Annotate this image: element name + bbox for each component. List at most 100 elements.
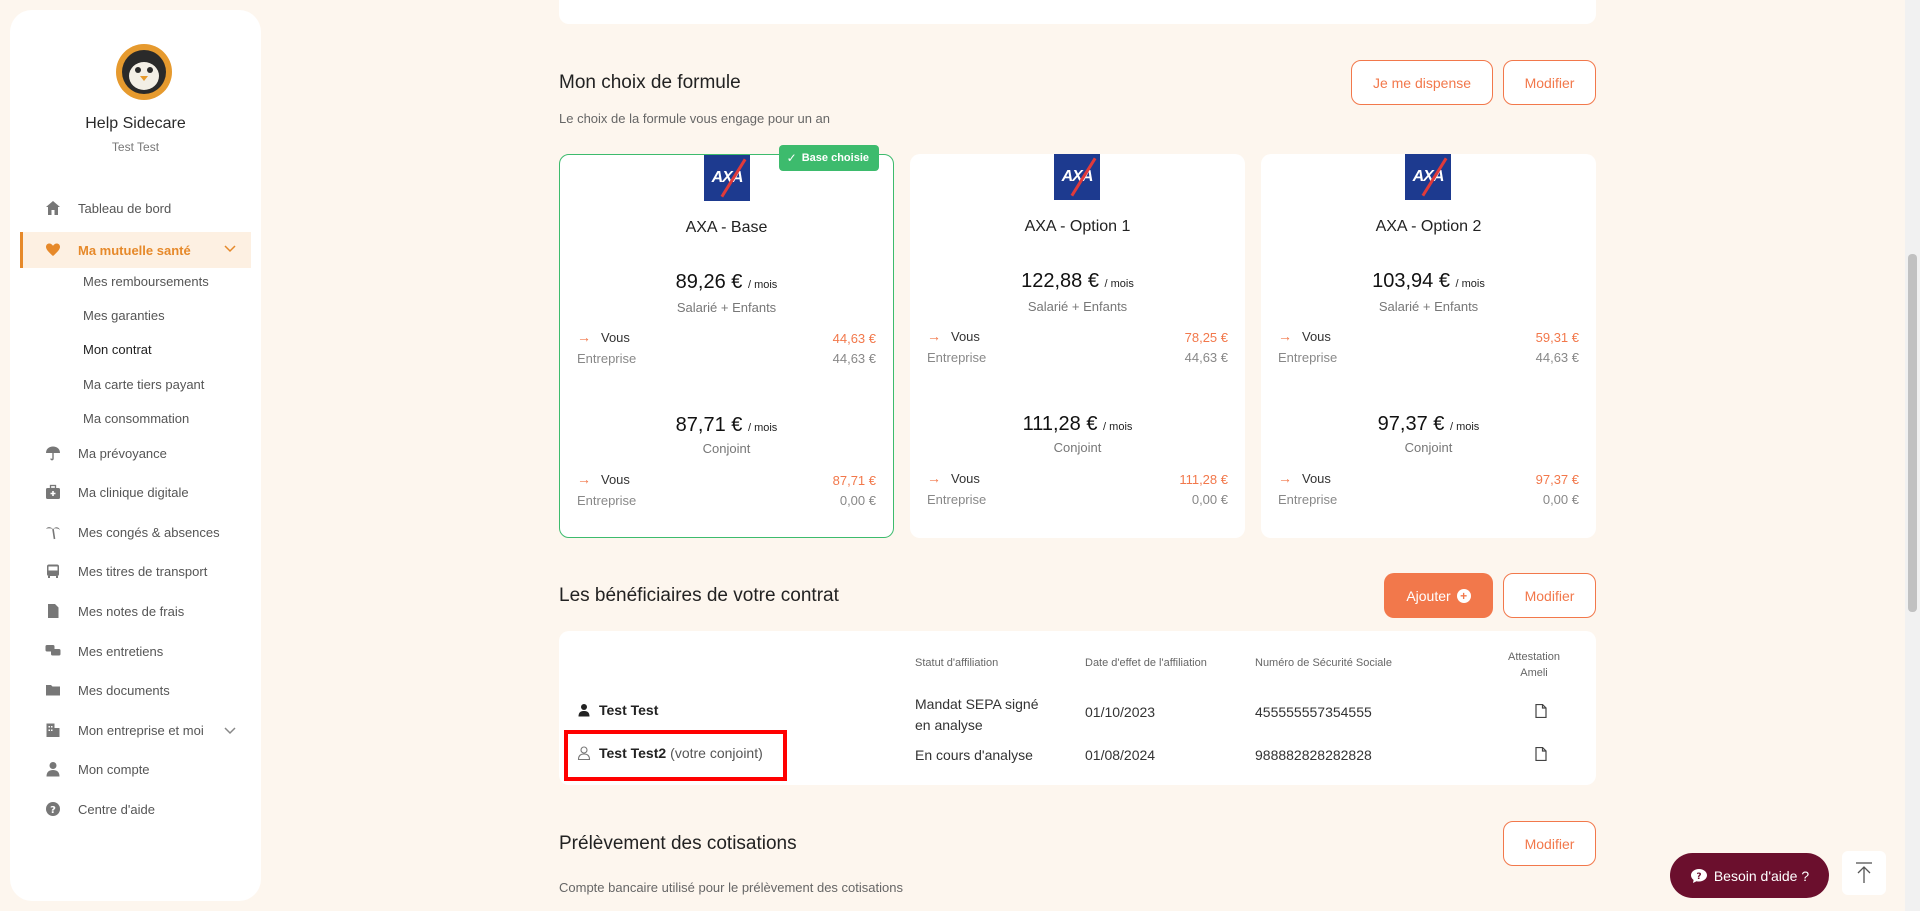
plan-name: AXA - Base <box>685 219 768 236</box>
svg-text:?: ? <box>50 805 56 816</box>
ajouter-button[interactable]: Ajouter + <box>1384 573 1493 618</box>
help-button-label: Besoin d'aide ? <box>1713 867 1810 884</box>
column-header-date: Date d'effet de l'affiliation <box>1085 657 1207 669</box>
row-date: 01/08/2024 <box>1085 747 1156 763</box>
plan-card-option-1[interactable]: AXA AXA - Option 1 122,88 € / mois Salar… <box>910 154 1245 538</box>
page-scrollbar[interactable] <box>1905 0 1920 911</box>
sidebar-item-entreprise[interactable]: Mon entreprise et moi <box>20 714 251 746</box>
scroll-to-top-button[interactable] <box>1842 851 1886 895</box>
vous-label: → Vous <box>577 471 630 487</box>
entreprise-label: Entreprise <box>927 492 987 507</box>
heart-icon <box>44 241 62 259</box>
sidebar-item-compte[interactable]: Mon compte <box>20 753 251 785</box>
vous-value: 59,31 € <box>1535 330 1579 345</box>
sidebar-item-label: Tableau de bord <box>78 200 172 216</box>
sidebar-item-conges[interactable]: Mes congés & absences <box>20 516 251 548</box>
file-icon <box>44 602 62 620</box>
sidebar-item-prevoyance[interactable]: Ma prévoyance <box>20 437 251 469</box>
entreprise-value: 44,63 € <box>1184 350 1228 365</box>
palm-tree-icon <box>44 523 62 541</box>
sidebar-item-clinique[interactable]: Ma clinique digitale <box>20 476 251 508</box>
plan-price: 97,37 € / mois <box>1377 413 1480 435</box>
formule-modifier-button[interactable]: Modifier <box>1503 60 1596 105</box>
plan-price: 87,71 € / mois <box>675 414 778 436</box>
chosen-badge-label: Base choisie <box>801 152 869 164</box>
plan-name: AXA - Option 2 <box>1375 218 1482 235</box>
sidebar-subitem-remboursements[interactable]: Mes remboursements <box>83 274 209 289</box>
sidebar-subitem-garanties[interactable]: Mes garanties <box>83 308 165 323</box>
arrow-right-icon: → <box>927 328 941 344</box>
entreprise-label: Entreprise <box>1278 350 1338 365</box>
chat-icon <box>44 642 62 660</box>
medical-bag-icon <box>44 483 62 501</box>
sidebar-item-notes-frais[interactable]: Mes notes de frais <box>20 595 251 627</box>
arrow-right-icon: → <box>1278 470 1292 486</box>
vous-label: → Vous <box>577 329 630 345</box>
table-row-name: Test Test2 (votre conjoint) <box>577 745 763 761</box>
sidebar-subitem-contrat[interactable]: Mon contrat <box>83 342 152 357</box>
sidebar-item-label: Mon compte <box>78 761 150 777</box>
arrow-right-icon: → <box>1278 328 1292 344</box>
table-row-name: Test Test <box>577 702 658 718</box>
dispense-button[interactable]: Je me dispense <box>1351 60 1493 105</box>
row-nss: 455555557354555 <box>1255 704 1372 720</box>
sidebar-item-transport[interactable]: Mes titres de transport <box>20 555 251 587</box>
vous-value: 111,28 € <box>1179 472 1228 487</box>
help-circle-icon: ? <box>44 800 62 818</box>
entreprise-label: Entreprise <box>927 350 987 365</box>
plan-beneficiary-type: Salarié + Enfants <box>1027 299 1128 314</box>
plan-beneficiary-type: Conjoint <box>702 441 751 456</box>
plan-card-option-2[interactable]: AXA AXA - Option 2 103,94 € / mois Salar… <box>1261 154 1596 538</box>
help-button[interactable]: ? Besoin d'aide ? <box>1670 853 1829 898</box>
sidebar-item-label: Mon entreprise et moi <box>78 722 204 738</box>
sidebar-item-label: Mes congés & absences <box>78 524 220 540</box>
column-header-statut: Statut d'affiliation <box>915 657 999 669</box>
building-icon <box>44 721 62 739</box>
bus-icon <box>44 562 62 580</box>
column-header-attestation: Attestation Ameli <box>1508 651 1560 679</box>
prelevement-subtitle: Compte bancaire utilisé pour le prélèvem… <box>559 880 903 895</box>
plan-card-base[interactable]: ✓ Base choisie AXA AXA - Base 89,26 € / m… <box>559 145 894 538</box>
chevron-down-icon <box>223 723 237 737</box>
row-statut: Mandat SEPA signé en analyse <box>915 696 1039 733</box>
chosen-badge: ✓ Base choisie <box>778 145 879 171</box>
entreprise-value: 0,00 € <box>1191 492 1228 507</box>
entreprise-label: Entreprise <box>577 493 637 508</box>
document-icon[interactable] <box>1535 747 1547 761</box>
sidebar-item-entretiens[interactable]: Mes entretiens <box>20 635 251 667</box>
sidebar-item-aide[interactable]: ? Centre d'aide <box>20 793 251 825</box>
sidebar-item-label: Ma mutuelle santé <box>78 242 191 258</box>
sidebar-item-documents[interactable]: Mes documents <box>20 674 251 706</box>
user-icon <box>44 760 62 778</box>
chevron-down-icon <box>223 241 237 255</box>
sidebar-item-dashboard[interactable]: Tableau de bord <box>20 192 251 224</box>
plan-beneficiary-type: Salarié + Enfants <box>676 300 777 315</box>
sidebar-subitem-consommation[interactable]: Ma consommation <box>83 411 189 426</box>
sidebar-item-label: Centre d'aide <box>78 801 155 817</box>
sidebar: Help Sidecare Test Test Tableau de bord … <box>10 10 261 901</box>
user-icon <box>578 704 590 717</box>
beneficiaires-modifier-button[interactable]: Modifier <box>1503 573 1596 618</box>
document-icon[interactable] <box>1535 704 1547 718</box>
sidebar-item-mutuelle[interactable]: Ma mutuelle santé <box>20 232 251 268</box>
sidebar-subitem-carte-tiers-payant[interactable]: Ma carte tiers payant <box>83 377 204 392</box>
vous-value: 44,63 € <box>832 331 876 346</box>
plan-price: 89,26 € / mois <box>675 271 778 293</box>
plan-price: 103,94 € / mois <box>1372 270 1485 292</box>
entreprise-value: 0,00 € <box>1542 492 1579 507</box>
vous-value: 87,71 € <box>832 473 876 488</box>
sidebar-item-label: Mes notes de frais <box>78 603 185 619</box>
sidebar-item-label: Mes entretiens <box>78 643 164 659</box>
arrow-right-icon: → <box>577 329 591 345</box>
beneficiaires-title: Les bénéficiaires de votre contrat <box>559 585 839 606</box>
folder-icon <box>44 681 62 699</box>
sidebar-item-label: Mes titres de transport <box>78 563 208 579</box>
scrollbar-thumb[interactable] <box>1908 254 1917 612</box>
plan-price: 111,28 € / mois <box>1022 413 1133 435</box>
chat-bubble-icon: ? <box>1690 868 1707 883</box>
prelevement-modifier-button[interactable]: Modifier <box>1503 821 1596 866</box>
entreprise-value: 44,63 € <box>1535 350 1579 365</box>
column-header-nss: Numéro de Sécurité Sociale <box>1255 657 1392 669</box>
row-statut: En cours d'analyse <box>915 747 1033 763</box>
check-icon: ✓ <box>786 151 797 165</box>
